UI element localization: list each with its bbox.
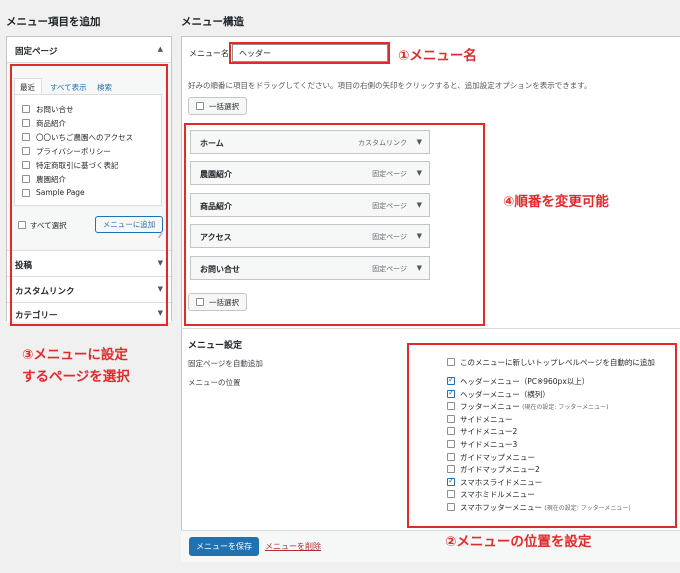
section-divider: [181, 328, 680, 329]
menu-location-highlight: [407, 343, 677, 528]
menu-order-highlight: [184, 123, 485, 326]
annotation-order: ④順番を変更可能: [503, 194, 609, 210]
bulk-select-label: 一括選択: [209, 102, 239, 111]
annotation-menu-name: ①メニュー名: [398, 48, 477, 64]
chevron-up-icon: ▲: [157, 45, 163, 53]
drag-hint-text: 好みの順番に項目をドラッグしてください。項目の右側の矢印をクリックすると、追加設…: [188, 81, 592, 90]
annotation-location: ②メニューの位置を設定: [445, 534, 592, 550]
menu-structure-heading: メニュー構造: [181, 16, 244, 28]
bulk-select-checkbox: [196, 102, 204, 110]
annotation-select-pages-line1: ③メニューに設定: [22, 347, 128, 363]
menu-name-highlight: [229, 42, 390, 64]
location-label: メニューの位置: [188, 378, 241, 387]
fixed-page-header[interactable]: 固定ページ ▲: [7, 37, 171, 63]
page-select-highlight: [10, 64, 168, 326]
auto-add-label: 固定ページを自動追加: [188, 359, 263, 368]
bulk-select-button-top[interactable]: 一括選択: [188, 97, 247, 115]
delete-menu-link[interactable]: メニューを削除: [265, 541, 321, 552]
add-menu-items-heading: メニュー項目を追加: [6, 16, 101, 28]
annotation-select-pages-line2: するページを選択: [22, 369, 130, 385]
fixed-page-title: 固定ページ: [15, 47, 58, 57]
menu-name-label: メニュー名: [189, 49, 229, 58]
menu-settings-heading: メニュー設定: [188, 341, 243, 351]
save-menu-button[interactable]: メニューを保存: [189, 537, 259, 556]
